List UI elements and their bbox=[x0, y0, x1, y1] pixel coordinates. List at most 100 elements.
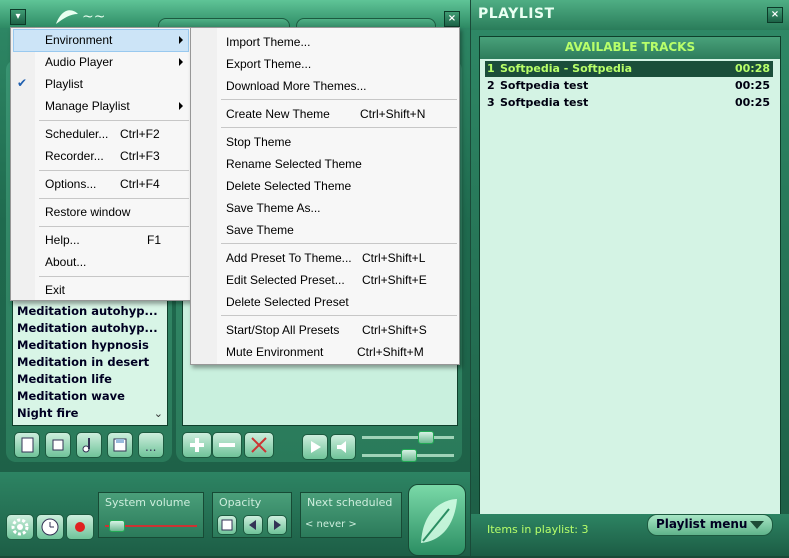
clock-icon bbox=[41, 518, 59, 536]
menu-item-start-stop-presets[interactable]: Start/Stop All Presets Ctrl+Shift+S bbox=[191, 319, 459, 341]
menu-item-help[interactable]: Help... F1 bbox=[11, 229, 191, 251]
menu-item-label: Mute Environment bbox=[226, 345, 324, 359]
menu-item-shortcut: Ctrl+F2 bbox=[120, 127, 160, 141]
menu-item-environment[interactable]: Environment bbox=[11, 29, 191, 52]
menu-item-rename-theme[interactable]: Rename Selected Theme bbox=[191, 153, 459, 175]
menu-item-label: Edit Selected Preset... bbox=[226, 273, 345, 287]
menu-item-create-theme[interactable]: Create New Theme Ctrl+Shift+N bbox=[191, 103, 459, 125]
list-item[interactable]: Meditation autohyp... bbox=[17, 304, 158, 318]
list-item[interactable]: Meditation in desert bbox=[17, 355, 149, 369]
menu-item-label: Save Theme As... bbox=[226, 201, 321, 215]
menu-item-restore-window[interactable]: Restore window bbox=[11, 201, 191, 223]
menu-item-label: Options... bbox=[45, 177, 97, 191]
menu-separator bbox=[221, 243, 457, 244]
table-row-selected[interactable]: 1 Softpedia - Softpedia 00:28 bbox=[485, 61, 773, 77]
list-item[interactable]: Meditation autohyp... bbox=[17, 321, 158, 335]
menu-separator bbox=[39, 170, 189, 171]
menu-item-exit[interactable]: Exit bbox=[11, 279, 191, 301]
items-count: Items in playlist: 3 bbox=[487, 523, 589, 536]
new-theme-button[interactable] bbox=[14, 432, 40, 458]
volume-slider-track[interactable] bbox=[362, 436, 454, 439]
tracks-header: AVAILABLE TRACKS bbox=[564, 40, 696, 54]
menu-item-label: Recorder... bbox=[45, 149, 104, 163]
menu-item-label: Audio Player bbox=[45, 55, 114, 69]
play-button[interactable] bbox=[302, 434, 328, 460]
menu-item-label: Exit bbox=[45, 283, 66, 297]
system-volume-thumb[interactable] bbox=[109, 520, 126, 532]
menu-item-manage-playlist[interactable]: Manage Playlist bbox=[11, 95, 191, 117]
opacity-reset-button[interactable] bbox=[217, 515, 237, 535]
menu-item-label: Environment bbox=[45, 33, 113, 47]
table-row[interactable]: 2 Softpedia test 00:25 bbox=[485, 78, 773, 94]
menu-item-label: Playlist bbox=[45, 77, 84, 91]
opacity-decrease-button[interactable] bbox=[243, 515, 263, 535]
volume-slider-thumb[interactable] bbox=[418, 431, 435, 444]
record-button[interactable] bbox=[66, 514, 94, 540]
menu-item-shortcut: F1 bbox=[147, 233, 162, 247]
menu-item-add-preset[interactable]: Add Preset To Theme... Ctrl+Shift+L bbox=[191, 247, 459, 269]
menu-item-shortcut: Ctrl+Shift+L bbox=[362, 251, 426, 265]
balance-slider-thumb[interactable] bbox=[401, 449, 417, 462]
menu-item-audio-player[interactable]: Audio Player bbox=[11, 51, 191, 73]
track-number: 2 bbox=[487, 79, 495, 92]
add-preset-button[interactable] bbox=[182, 432, 212, 458]
playlist-title: PLAYLIST bbox=[478, 6, 555, 22]
stop-button[interactable] bbox=[45, 432, 71, 458]
menu-item-label: Scheduler... bbox=[45, 127, 109, 141]
menu-separator bbox=[221, 315, 457, 316]
menu-item-recorder[interactable]: Recorder... Ctrl+F3 bbox=[11, 145, 191, 167]
app-logo: ~~ bbox=[52, 6, 122, 26]
menu-item-export-theme[interactable]: Export Theme... bbox=[191, 53, 459, 75]
more-button[interactable]: ... bbox=[138, 432, 164, 458]
list-item[interactable]: Meditation hypnosis bbox=[17, 338, 149, 352]
table-row[interactable]: 3 Softpedia test 00:25 bbox=[485, 95, 773, 111]
list-item[interactable]: Meditation life bbox=[17, 372, 112, 386]
menu-item-mute-environment[interactable]: Mute Environment Ctrl+Shift+M bbox=[191, 341, 459, 363]
save-icon bbox=[113, 438, 127, 452]
menu-item-shortcut: Ctrl+Shift+N bbox=[360, 107, 426, 121]
menu-item-edit-preset[interactable]: Edit Selected Preset... Ctrl+Shift+E bbox=[191, 269, 459, 291]
app-leaf-button[interactable] bbox=[408, 484, 466, 556]
playlist-menu-button[interactable]: Playlist menu bbox=[647, 514, 773, 536]
menu-item-import-theme[interactable]: Import Theme... bbox=[191, 31, 459, 53]
opacity-increase-button[interactable] bbox=[267, 515, 287, 535]
mute-button[interactable] bbox=[330, 434, 356, 460]
music-note-icon bbox=[82, 438, 90, 453]
menu-item-shortcut: Ctrl+Shift+E bbox=[362, 273, 427, 287]
menu-item-shortcut: Ctrl+F3 bbox=[120, 149, 160, 163]
scroll-down-icon[interactable]: ⌄ bbox=[154, 407, 163, 420]
plus-icon bbox=[190, 438, 204, 452]
menu-dropdown-icon[interactable]: ▾ bbox=[10, 9, 26, 25]
menu-item-save-theme[interactable]: Save Theme bbox=[191, 219, 459, 241]
remove-preset-button[interactable] bbox=[212, 432, 242, 458]
menu-item-delete-theme[interactable]: Delete Selected Theme bbox=[191, 175, 459, 197]
menu-item-scheduler[interactable]: Scheduler... Ctrl+F2 bbox=[11, 123, 191, 145]
menu-item-stop-theme[interactable]: Stop Theme bbox=[191, 131, 459, 153]
chevron-down-icon bbox=[750, 521, 764, 529]
more-icon: ... bbox=[145, 440, 156, 454]
playlist-close-icon[interactable]: × bbox=[767, 7, 783, 23]
close-icon[interactable]: × bbox=[444, 11, 460, 27]
track-number: 1 bbox=[487, 62, 495, 75]
menu-item-label: Create New Theme bbox=[226, 107, 330, 121]
menu-item-about[interactable]: About... bbox=[11, 251, 191, 273]
menu-item-label: Delete Selected Theme bbox=[226, 179, 352, 193]
menu-item-playlist[interactable]: ✔ Playlist bbox=[11, 73, 191, 95]
submenu-arrow-icon bbox=[179, 36, 183, 44]
scheduler-button[interactable] bbox=[36, 514, 64, 540]
delete-preset-button[interactable] bbox=[244, 432, 274, 458]
system-volume-panel: System volume bbox=[98, 492, 204, 538]
save-button[interactable] bbox=[107, 432, 133, 458]
list-item[interactable]: Night fire bbox=[17, 406, 78, 420]
menu-separator bbox=[39, 198, 189, 199]
arrow-right-icon bbox=[274, 520, 281, 530]
menu-item-download-themes[interactable]: Download More Themes... bbox=[191, 75, 459, 97]
svg-text:~~: ~~ bbox=[82, 9, 105, 25]
menu-item-save-theme-as[interactable]: Save Theme As... bbox=[191, 197, 459, 219]
settings-button[interactable] bbox=[6, 514, 34, 540]
list-item[interactable]: Meditation wave bbox=[17, 389, 125, 403]
music-button[interactable] bbox=[76, 432, 102, 458]
menu-item-delete-preset[interactable]: Delete Selected Preset bbox=[191, 291, 459, 313]
menu-item-options[interactable]: Options... Ctrl+F4 bbox=[11, 173, 191, 195]
menu-separator bbox=[39, 226, 189, 227]
